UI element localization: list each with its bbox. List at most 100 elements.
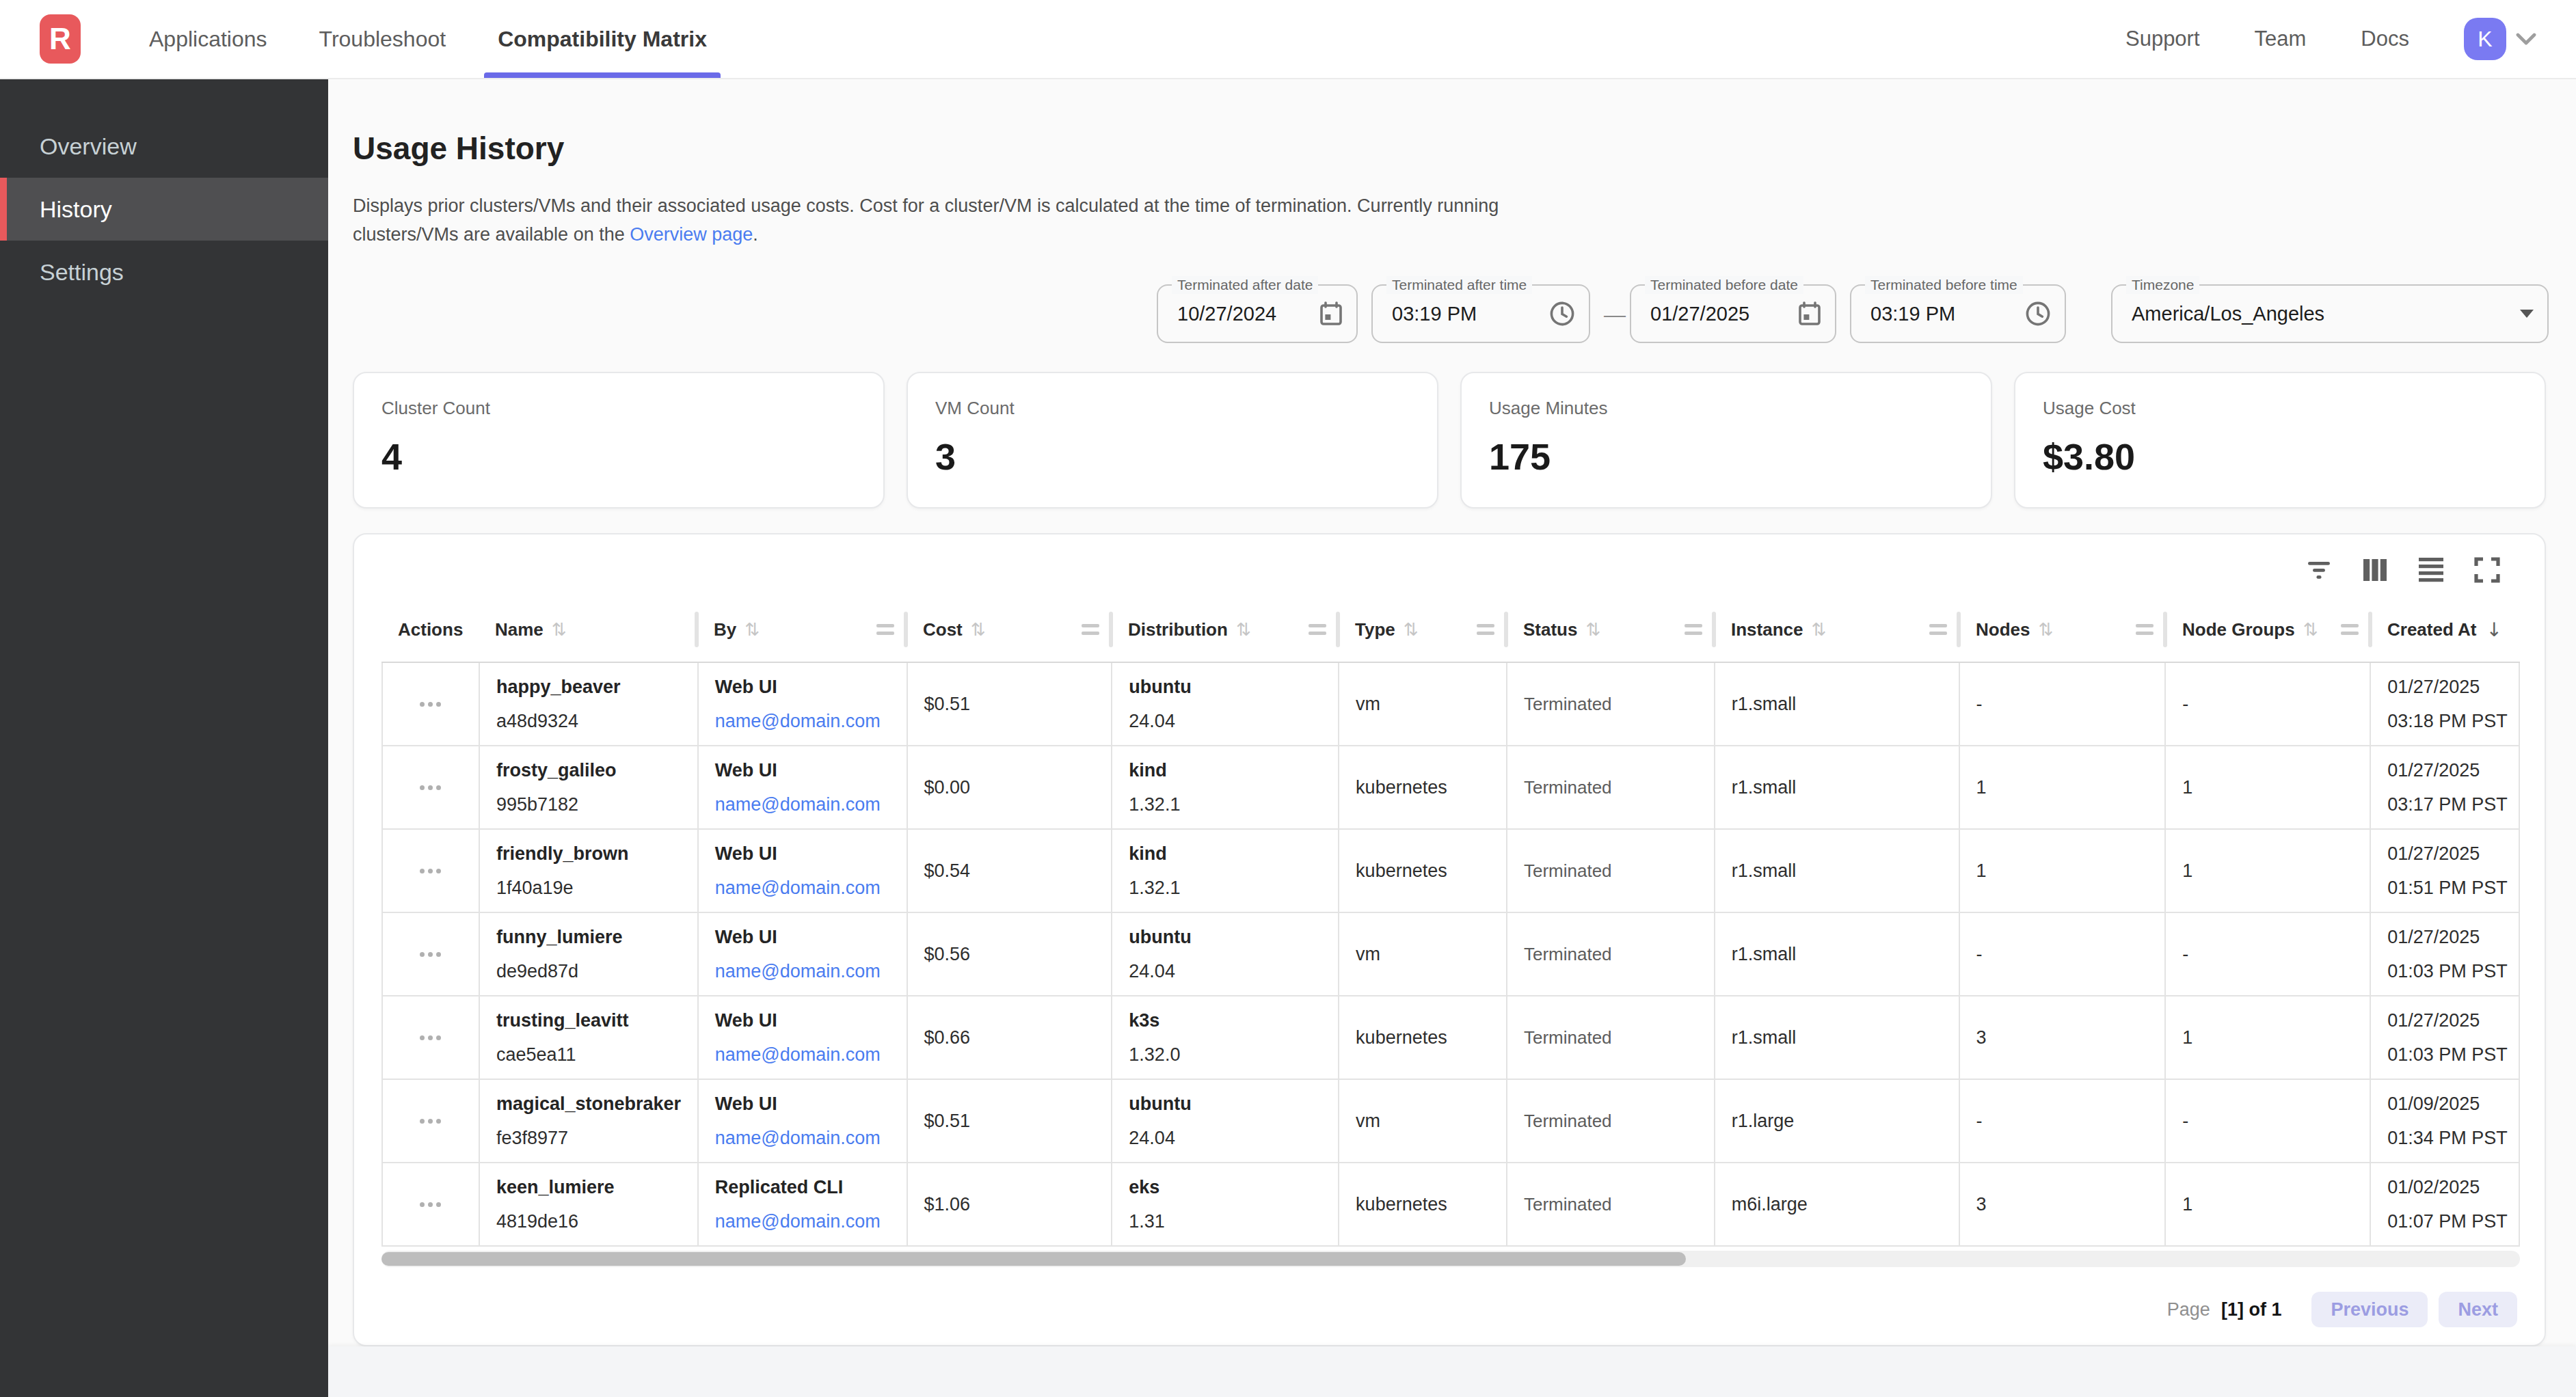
user-email-link[interactable]: name@domain.com (715, 961, 881, 981)
user-email-link[interactable]: name@domain.com (715, 1128, 881, 1148)
terminated-after-date-field[interactable]: Terminated after date 10/27/2024 (1157, 284, 1358, 343)
clock-icon[interactable] (2025, 301, 2051, 327)
column-menu-icon[interactable] (2136, 624, 2154, 635)
timezone-select[interactable]: Timezone America/Los_Angeles (2111, 284, 2549, 343)
sort-icon[interactable]: ⇅ (744, 619, 760, 640)
table-toolbar (2303, 554, 2504, 586)
next-button[interactable]: Next (2439, 1292, 2517, 1327)
row-actions-icon[interactable] (399, 952, 479, 957)
sort-icon[interactable]: ⇅ (971, 619, 986, 640)
sort-icon[interactable]: ⇅ (2303, 619, 2318, 640)
sort-icon[interactable]: ⇅ (1404, 619, 1419, 640)
column-header-status[interactable]: Status⇅ (1507, 597, 1715, 662)
sort-icon[interactable]: ⇅ (1585, 619, 1600, 640)
column-menu-icon[interactable] (1685, 624, 1702, 635)
avatar[interactable]: K (2464, 18, 2506, 60)
column-header-type[interactable]: Type⇅ (1339, 597, 1507, 662)
nav-tab-compatibility-matrix[interactable]: Compatibility Matrix (484, 0, 721, 78)
sidebar-item-overview[interactable]: Overview (0, 115, 328, 178)
nav-tab-troubleshoot[interactable]: Troubleshoot (306, 0, 460, 78)
column-menu-icon[interactable] (876, 624, 894, 635)
user-email-link[interactable]: name@domain.com (715, 878, 881, 898)
clock-icon[interactable] (1549, 301, 1575, 327)
user-email-link[interactable]: name@domain.com (715, 711, 881, 731)
cell-nodes: - (1960, 913, 2166, 995)
scrollbar-thumb[interactable] (381, 1252, 1686, 1266)
column-header-name[interactable]: Name⇅ (479, 597, 697, 662)
column-header-created_at[interactable]: Created At↓ (2371, 597, 2520, 662)
previous-button[interactable]: Previous (2311, 1292, 2428, 1327)
replicated-logo[interactable]: R (40, 14, 81, 64)
cell-actions (383, 1163, 480, 1245)
column-header-instance[interactable]: Instance⇅ (1715, 597, 1959, 662)
sort-icon[interactable]: ⇅ (552, 619, 567, 640)
terminated-after-time-field[interactable]: Terminated after time 03:19 PM (1371, 284, 1590, 343)
column-header-actions[interactable]: Actions (381, 597, 479, 662)
sidebar-item-history[interactable]: History (0, 178, 328, 241)
cell-instance: r1.small (1715, 913, 1960, 995)
column-menu-icon[interactable] (2341, 624, 2359, 635)
sort-desc-icon[interactable]: ↓ (2486, 619, 2502, 641)
cell-actions (383, 1080, 480, 1162)
pagination: Page [1] of 1 Previous Next (2167, 1292, 2517, 1327)
cell-distribution: k3s1.32.0 (1112, 996, 1339, 1079)
cell-type: kubernetes (1339, 830, 1507, 912)
cell-by: Replicated CLIname@domain.com (699, 1163, 908, 1245)
column-menu-icon[interactable] (1477, 624, 1494, 635)
calendar-icon[interactable] (1798, 301, 1821, 326)
nav-link-docs[interactable]: Docs (2361, 27, 2409, 51)
cell-status: Terminated (1507, 913, 1715, 995)
nav-tab-applications[interactable]: Applications (135, 0, 281, 78)
column-header-distribution[interactable]: Distribution⇅ (1112, 597, 1339, 662)
cell-by: Web UIname@domain.com (699, 913, 908, 995)
sort-icon[interactable]: ⇅ (2038, 619, 2053, 640)
sort-icon[interactable]: ⇅ (1236, 619, 1251, 640)
nav-link-team[interactable]: Team (2255, 27, 2307, 51)
cell-status: Terminated (1507, 1163, 1715, 1245)
column-header-node_groups[interactable]: Node Groups⇅ (2166, 597, 2371, 662)
sort-icon[interactable]: ⇅ (1812, 619, 1827, 640)
calendar-icon[interactable] (1319, 301, 1343, 326)
column-menu-icon[interactable] (1082, 624, 1099, 635)
table-row: frosty_galileo995b7182Web UIname@domain.… (383, 746, 2520, 830)
horizontal-scrollbar[interactable] (381, 1251, 2520, 1267)
row-actions-icon[interactable] (399, 785, 479, 790)
row-actions-icon[interactable] (399, 1202, 479, 1207)
filter-icon[interactable] (2303, 554, 2335, 586)
cell-by: Web UIname@domain.com (699, 996, 908, 1079)
bottom-strip (328, 1346, 2576, 1397)
terminated-before-time-field[interactable]: Terminated before time 03:19 PM (1850, 284, 2066, 343)
user-email-link[interactable]: name@domain.com (715, 1211, 881, 1232)
cell-by: Web UIname@domain.com (699, 1080, 908, 1162)
column-header-nodes[interactable]: Nodes⇅ (1959, 597, 2166, 662)
row-actions-icon[interactable] (399, 702, 479, 707)
column-menu-icon[interactable] (1309, 624, 1326, 635)
cell-created_at: 01/09/202501:34 PM PST (2371, 1080, 2520, 1162)
cell-actions (383, 830, 480, 912)
cell-node_groups: - (2166, 1080, 2371, 1162)
column-header-cost[interactable]: Cost⇅ (907, 597, 1112, 662)
cell-nodes: 1 (1960, 746, 2166, 828)
columns-icon[interactable] (2359, 554, 2391, 586)
row-actions-icon[interactable] (399, 1119, 479, 1124)
cell-distribution: ubuntu24.04 (1112, 1080, 1339, 1162)
terminated-before-date-field[interactable]: Terminated before date 01/27/2025 (1630, 284, 1836, 343)
nav-link-support[interactable]: Support (2125, 27, 2200, 51)
column-header-by[interactable]: By⇅ (697, 597, 907, 662)
row-actions-icon[interactable] (399, 869, 479, 873)
sidebar-item-settings[interactable]: Settings (0, 241, 328, 303)
overview-page-link[interactable]: Overview page (630, 224, 753, 245)
nav-tabs: Applications Troubleshoot Compatibility Ma… (135, 0, 745, 78)
fullscreen-icon[interactable] (2471, 554, 2504, 586)
user-email-link[interactable]: name@domain.com (715, 1044, 881, 1065)
nav-right: Support Team Docs K (2125, 18, 2536, 60)
cell-created_at: 01/27/202501:51 PM PST (2371, 830, 2520, 912)
cell-name: happy_beavera48d9324 (480, 663, 699, 745)
column-menu-icon[interactable] (1929, 624, 1947, 635)
user-email-link[interactable]: name@domain.com (715, 794, 881, 815)
row-actions-icon[interactable] (399, 1035, 479, 1040)
density-icon[interactable] (2415, 554, 2447, 586)
cell-created_at: 01/27/202501:03 PM PST (2371, 913, 2520, 995)
chevron-down-icon[interactable] (2516, 33, 2536, 45)
main-content: Usage History Displays prior clusters/VM… (328, 79, 2576, 1397)
